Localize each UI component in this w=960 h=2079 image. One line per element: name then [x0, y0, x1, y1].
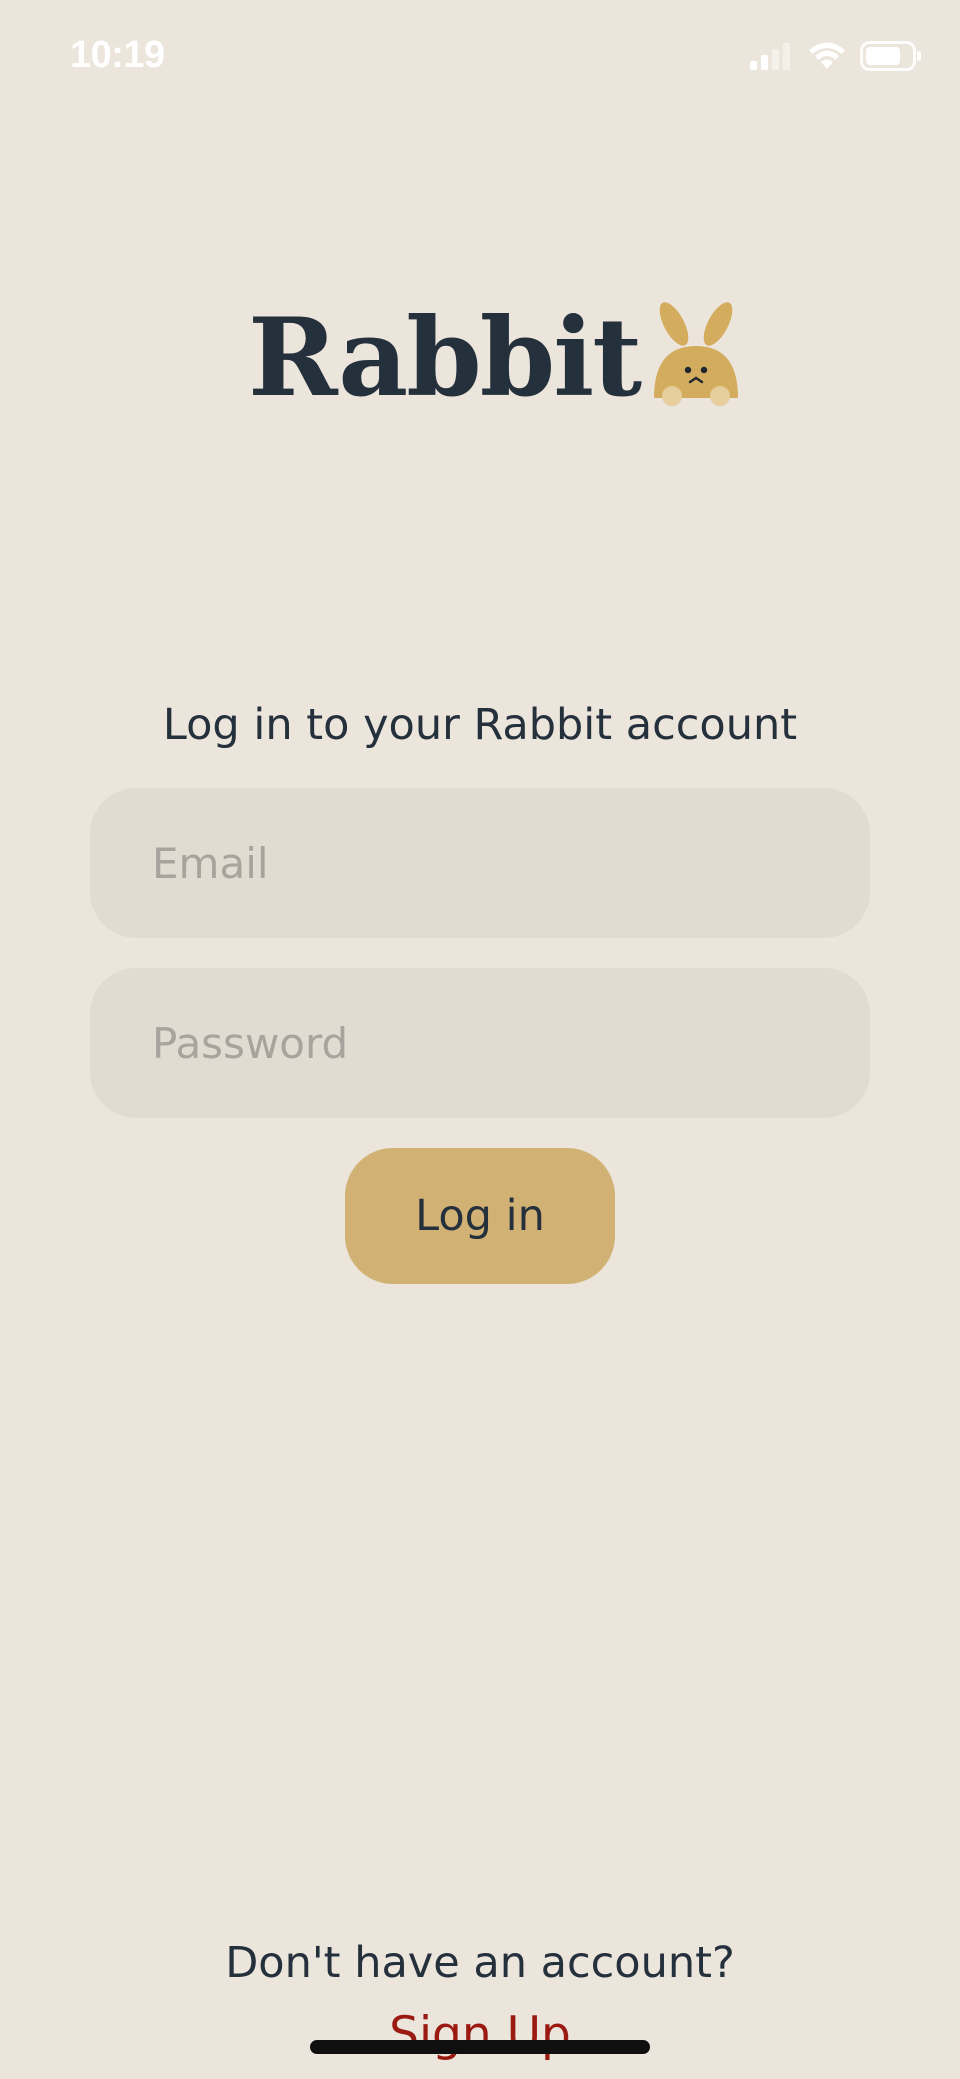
bunny-icon: [648, 298, 744, 410]
email-input[interactable]: [150, 837, 870, 889]
cellular-signal-icon: [750, 42, 794, 74]
status-bar: 10:19: [0, 0, 960, 120]
status-time: 10:19: [70, 34, 165, 76]
logo-text: Rabbit: [248, 295, 642, 421]
email-field-container[interactable]: [90, 788, 870, 938]
status-icons: [750, 41, 922, 75]
login-button[interactable]: Log in: [345, 1148, 615, 1284]
password-input[interactable]: [150, 1017, 870, 1069]
wifi-icon: [808, 42, 846, 74]
battery-icon: [860, 41, 922, 75]
home-indicator[interactable]: [310, 2040, 650, 2054]
signup-prompt: Don't have an account?: [225, 1938, 735, 1988]
app-logo: Rabbit: [248, 272, 744, 412]
login-title: Log in to your Rabbit account: [162, 700, 798, 750]
password-field-container[interactable]: [90, 968, 870, 1118]
